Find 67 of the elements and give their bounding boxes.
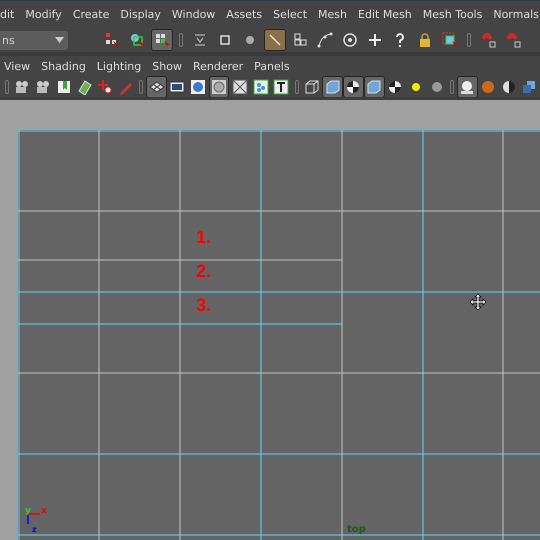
text-icon — [273, 79, 290, 95]
cube-icon — [366, 79, 382, 95]
checker-sphere-icon — [387, 79, 404, 95]
crosshair-icon — [97, 79, 114, 95]
particles-icon — [252, 79, 269, 95]
panel-menu-item[interactable]: Lighting — [91, 60, 147, 73]
menu-item[interactable]: Mesh Tools — [417, 8, 488, 21]
select-component-icon — [154, 32, 170, 48]
diagonal-line-icon — [267, 32, 283, 48]
shaded-sphere-icon — [459, 79, 476, 95]
move-cursor-icon — [469, 293, 487, 311]
dropdown-caret-icon — [55, 37, 64, 43]
selection-box-icon — [442, 32, 458, 48]
checker-sphere-icon — [345, 79, 362, 95]
menu-item[interactable]: Modify — [20, 8, 68, 21]
ring-icon — [211, 79, 228, 95]
toolbar-button[interactable] — [322, 76, 344, 98]
menu-item[interactable]: Window — [166, 8, 221, 21]
select-object-icon — [129, 32, 145, 48]
target-icon — [342, 32, 358, 48]
snap-lines-icon — [192, 32, 208, 48]
menu-item[interactable]: dit — [0, 8, 20, 21]
tiles-icon — [292, 32, 308, 48]
toolbar-button[interactable] — [146, 76, 168, 98]
grid-plane-icon — [148, 79, 165, 95]
menu-set-dropdown[interactable]: ns — [0, 30, 68, 50]
magnet-icon — [505, 32, 521, 48]
wireframe-cube-icon — [304, 79, 320, 95]
wireframe-box-icon — [232, 79, 248, 95]
panel-menu-item[interactable]: View — [4, 60, 36, 73]
annotation-number: 3. — [196, 295, 212, 316]
sphere-icon — [190, 79, 206, 95]
image-plane-icon — [76, 79, 93, 95]
panel-menu-item[interactable]: Renderer — [187, 60, 249, 73]
toolbar-button[interactable] — [264, 29, 286, 51]
camera-label: top — [347, 524, 366, 535]
toolbar-button[interactable] — [151, 29, 173, 51]
panel-menu-item[interactable]: Panels — [248, 60, 296, 73]
toolbar-button[interactable] — [456, 76, 478, 98]
toolbar-button[interactable] — [343, 76, 364, 98]
menu-item[interactable]: Assets — [220, 8, 268, 21]
annotation-number: 2. — [196, 261, 212, 282]
panel-menu-item[interactable]: Shading — [36, 60, 92, 73]
curve-icon — [317, 32, 333, 48]
toolbar-button[interactable] — [208, 76, 230, 98]
panel-menu-item[interactable]: Show — [146, 60, 188, 73]
lock-icon — [417, 32, 433, 48]
menu-item[interactable]: Normals — [488, 8, 540, 21]
bookmark-icon — [56, 79, 72, 95]
camera-icon — [35, 79, 52, 95]
camera-icon — [14, 79, 30, 95]
axis-gizmo-drawing: y x z — [24, 502, 54, 534]
plus-icon — [367, 32, 383, 48]
magnet-icon — [480, 32, 496, 48]
cube-icon — [324, 79, 341, 95]
film-icon — [169, 79, 186, 95]
select-hierarchy-icon — [104, 32, 120, 48]
toolbar-button[interactable] — [364, 76, 385, 98]
cubes-icon — [521, 79, 538, 95]
half-sphere-icon — [500, 79, 517, 95]
menu-item[interactable]: Display — [114, 8, 166, 21]
annotation-number: 1. — [196, 227, 212, 248]
menu-item[interactable]: Select — [268, 8, 313, 21]
menu-item[interactable]: Create — [67, 8, 115, 21]
menu-item[interactable]: Mesh — [312, 8, 353, 21]
textured-sphere-icon — [480, 79, 496, 95]
menu-item[interactable]: Edit Mesh — [352, 8, 418, 21]
